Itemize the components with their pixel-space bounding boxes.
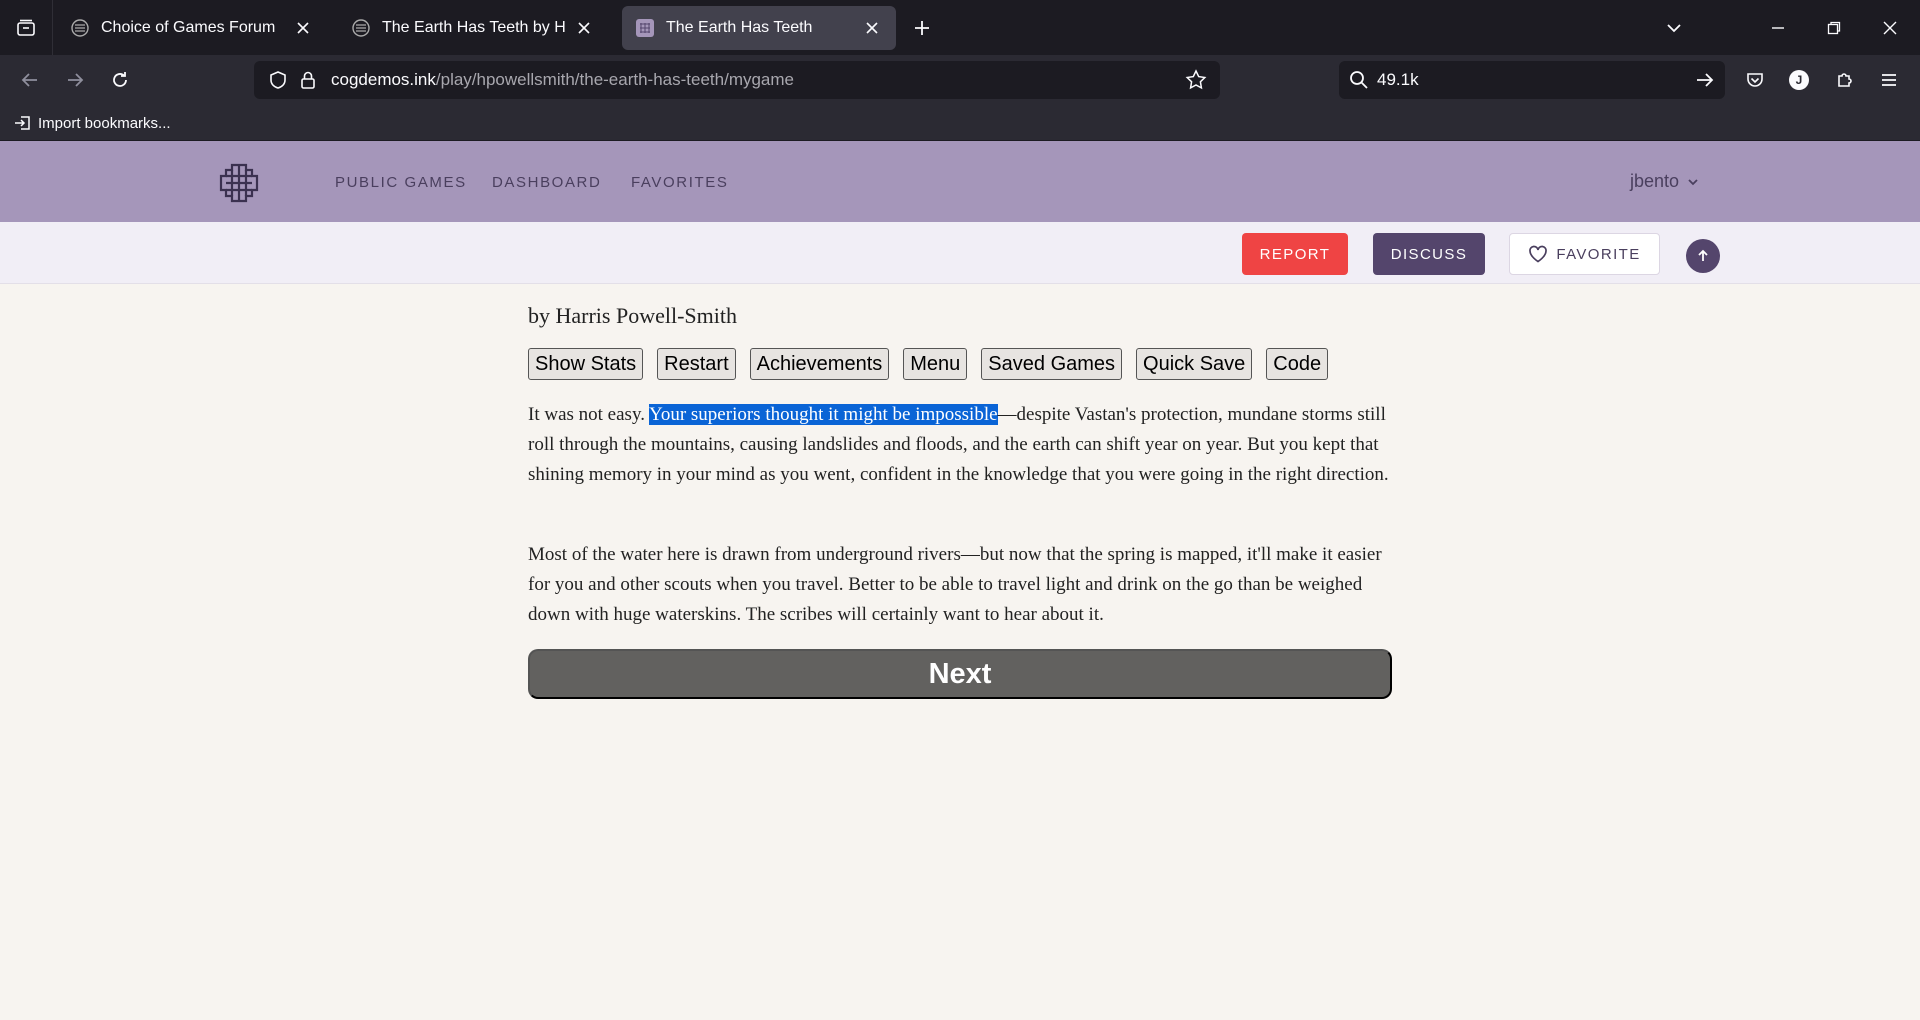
story-paragraph: It was not easy. Your superiors thought … [528, 400, 1392, 490]
back-button[interactable] [14, 64, 46, 96]
navigation-toolbar: cogdemos.ink/play/hpowellsmith/the-earth… [0, 55, 1920, 105]
report-button[interactable]: REPORT [1242, 233, 1348, 275]
close-tab-icon[interactable] [293, 18, 313, 38]
restore-icon [1827, 21, 1841, 35]
address-bar[interactable]: cogdemos.ink/play/hpowellsmith/the-earth… [254, 61, 1220, 99]
heart-icon [1529, 245, 1548, 263]
game-action-bar: REPORT DISCUSS FAVORITE [0, 222, 1920, 284]
restart-button[interactable]: Restart [657, 348, 736, 380]
tab-earth-has-teeth-game[interactable]: The Earth Has Teeth [622, 6, 896, 50]
list-all-tabs-button[interactable] [1660, 14, 1688, 42]
search-bar[interactable] [1339, 61, 1725, 99]
saved-games-button[interactable]: Saved Games [981, 348, 1123, 380]
show-stats-button[interactable]: Show Stats [528, 348, 644, 380]
story-text: It was not easy. [528, 404, 650, 425]
profile-initial: J [1795, 73, 1803, 87]
pocket-icon [1747, 73, 1763, 87]
minimize-button[interactable] [1764, 14, 1792, 42]
arrow-left-icon [21, 73, 37, 87]
search-go-icon[interactable] [1693, 68, 1717, 92]
game-button-row: Show Stats Restart Achievements Menu Sav… [528, 348, 1342, 380]
tab-title: The Earth Has Teeth by Harris Powell-Smi… [382, 19, 566, 36]
new-tab-button[interactable] [908, 14, 936, 42]
forum-favicon-icon [352, 19, 370, 37]
site-header: PUBLIC GAMES DASHBOARD FAVORITES jbento [0, 141, 1920, 222]
favorite-button[interactable]: FAVORITE [1509, 233, 1660, 275]
pocket-button[interactable] [1739, 64, 1771, 96]
tab-list-icon [17, 19, 35, 36]
profile-button[interactable]: J [1783, 64, 1815, 96]
close-window-button[interactable] [1876, 14, 1904, 42]
user-menu[interactable]: jbento [1630, 171, 1699, 192]
puzzle-icon [1838, 73, 1852, 87]
app-menu-button[interactable] [1873, 64, 1905, 96]
import-icon [15, 116, 30, 130]
quick-save-button[interactable]: Quick Save [1136, 348, 1253, 380]
bookmarks-toolbar: Import bookmarks... [0, 105, 1920, 141]
tab-earth-has-teeth-forum[interactable]: The Earth Has Teeth by Harris Powell-Smi… [338, 6, 608, 50]
chevron-down-icon [1667, 24, 1681, 33]
reload-icon [113, 72, 127, 87]
tab-title: The Earth Has Teeth [666, 19, 813, 36]
url-domain: cogdemos.ink [331, 70, 436, 89]
search-icon [1347, 68, 1371, 92]
lock-icon[interactable] [296, 68, 320, 92]
cogdemos-favicon-icon [636, 19, 654, 37]
restore-button[interactable] [1820, 14, 1848, 42]
minimize-icon [1772, 27, 1784, 29]
bookmark-star-icon[interactable] [1184, 68, 1208, 92]
tab-choice-of-games-forum[interactable]: Choice of Games Forum [57, 6, 327, 50]
nav-dashboard[interactable]: DASHBOARD [492, 174, 601, 191]
code-button[interactable]: Code [1266, 348, 1329, 380]
site-logo-icon[interactable] [218, 162, 260, 204]
username: jbento [1629, 171, 1679, 191]
tab-list-button[interactable] [0, 0, 53, 55]
extensions-button[interactable] [1829, 64, 1861, 96]
tab-title: Choice of Games Forum [101, 19, 276, 36]
chevron-down-icon [1688, 178, 1698, 185]
shield-icon[interactable] [266, 68, 290, 92]
arrow-right-icon [68, 73, 84, 87]
achievements-button[interactable]: Achievements [749, 348, 890, 380]
close-tab-icon[interactable] [862, 18, 882, 38]
author-byline: by Harris Powell-Smith [528, 303, 737, 328]
url-text: cogdemos.ink/play/hpowellsmith/the-earth… [331, 70, 794, 90]
search-input[interactable] [1377, 67, 1667, 93]
scroll-to-top-button[interactable] [1686, 239, 1720, 273]
close-tab-icon[interactable] [574, 18, 594, 38]
tab-bar: Choice of Games Forum The Earth Has Teet… [0, 0, 1920, 55]
nav-public-games[interactable]: PUBLIC GAMES [335, 174, 467, 191]
selected-text: Your superiors thought it might be impos… [649, 404, 998, 425]
bookmark-label: Import bookmarks... [38, 114, 171, 132]
plus-icon [915, 21, 929, 35]
nav-favorites[interactable]: FAVORITES [631, 174, 728, 191]
forum-favicon-icon [71, 19, 89, 37]
hamburger-menu-icon [1882, 74, 1896, 86]
arrow-up-icon [1698, 249, 1708, 261]
url-path: /play/hpowellsmith/the-earth-has-teeth/m… [435, 70, 795, 89]
favorite-label: FAVORITE [1556, 245, 1641, 263]
import-bookmarks-link[interactable]: Import bookmarks... [14, 112, 171, 134]
reload-button[interactable] [104, 64, 136, 96]
story-paragraph: Most of the water here is drawn from und… [528, 544, 1382, 625]
next-button[interactable]: Next [528, 649, 1392, 699]
menu-button[interactable]: Menu [903, 348, 968, 380]
discuss-button[interactable]: DISCUSS [1373, 233, 1485, 275]
forward-button[interactable] [59, 64, 91, 96]
close-icon [1883, 21, 1897, 35]
